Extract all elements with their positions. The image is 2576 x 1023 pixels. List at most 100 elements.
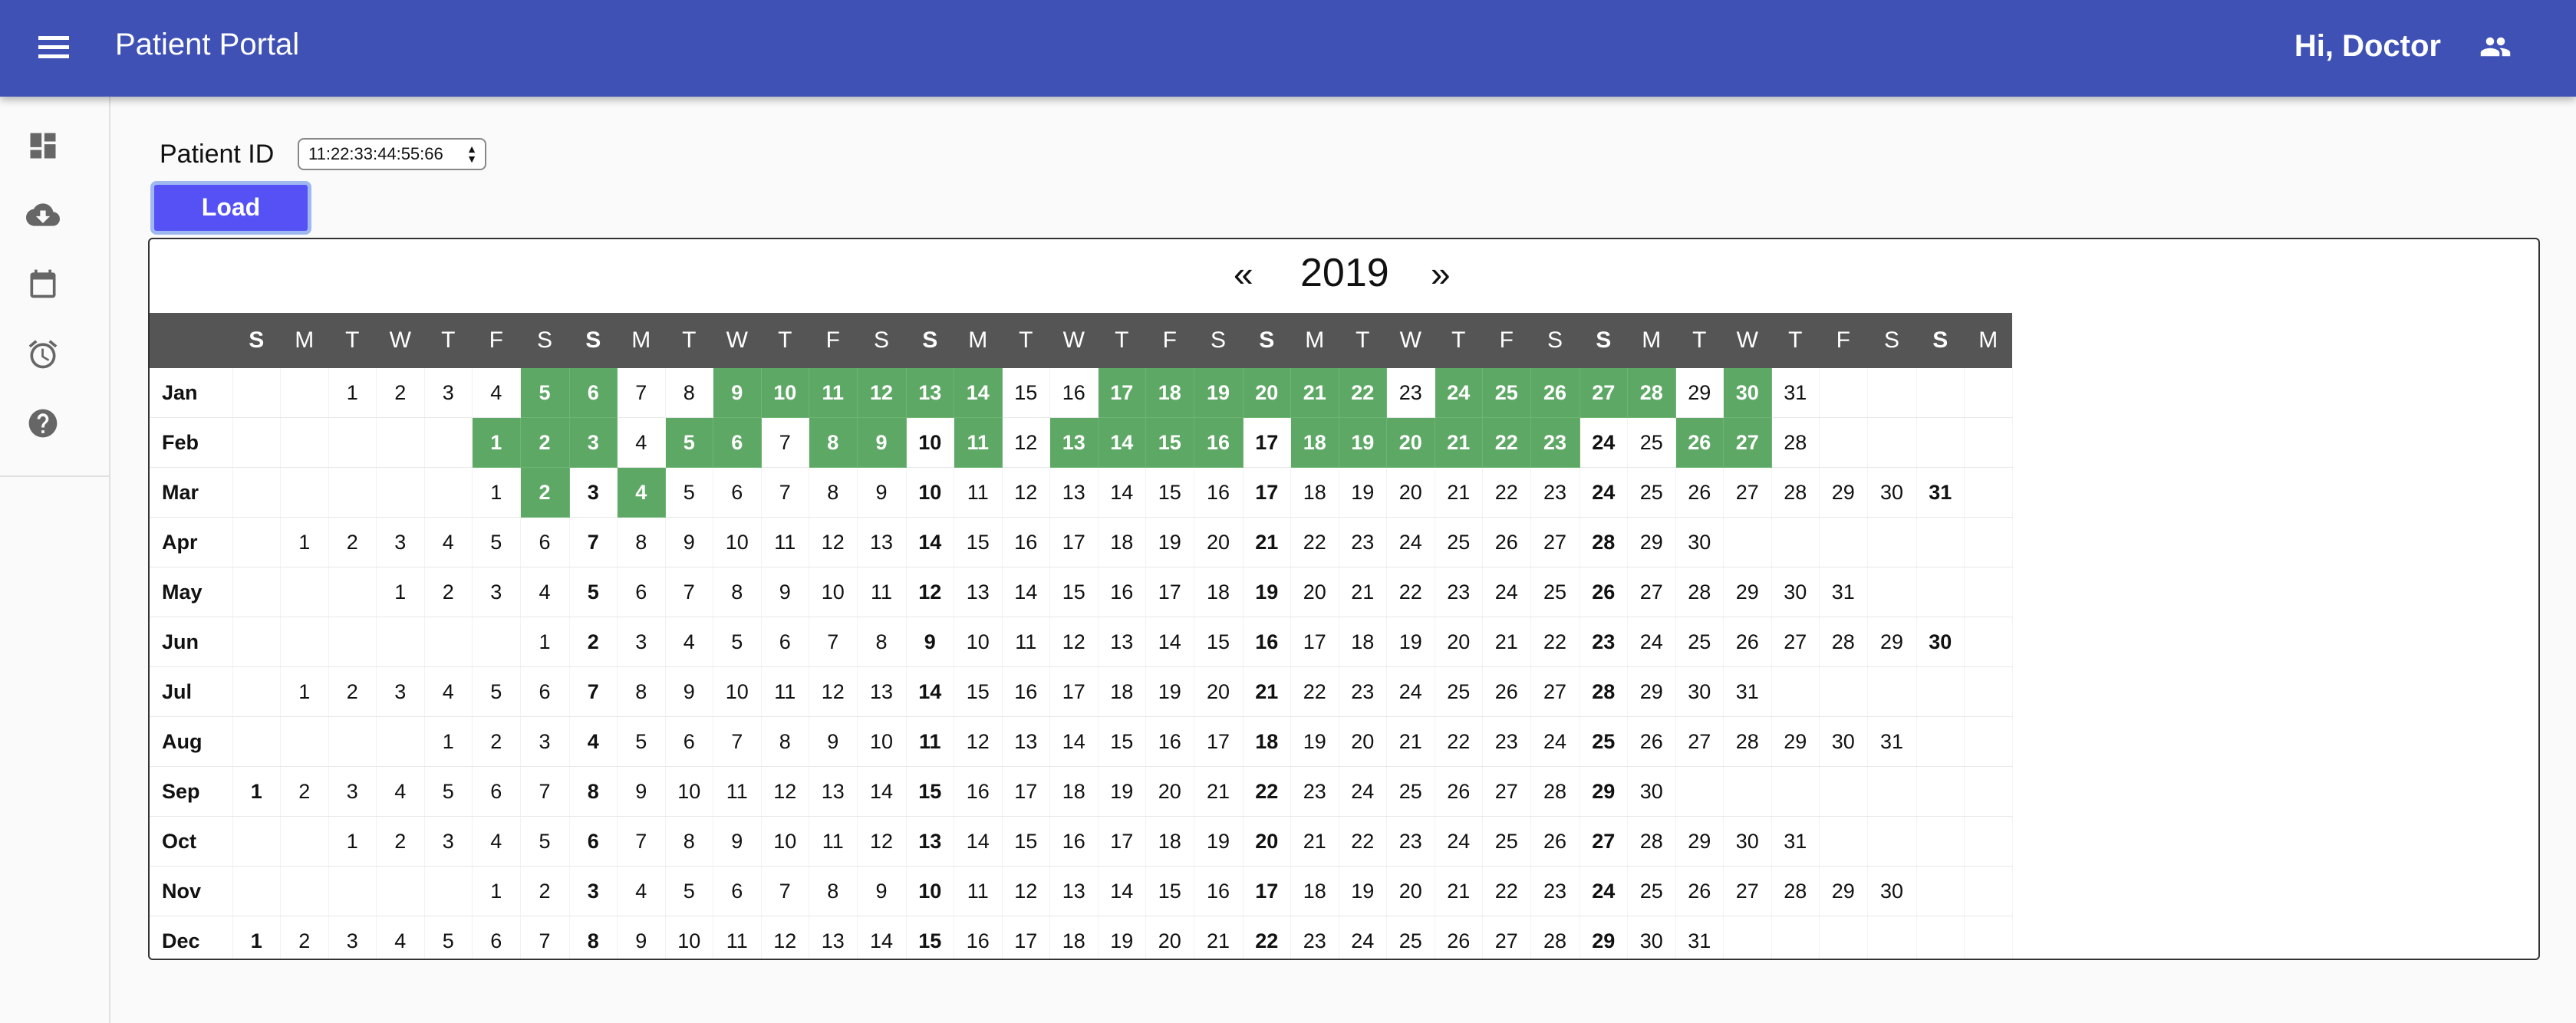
day-cell[interactable]: 30 xyxy=(1771,567,1820,617)
day-cell[interactable]: 5 xyxy=(617,716,666,767)
day-cell[interactable]: 3 xyxy=(376,666,425,717)
day-cell[interactable]: 4 xyxy=(617,417,666,468)
day-cell[interactable]: 13 xyxy=(1049,467,1099,518)
day-cell[interactable]: 31 xyxy=(1771,816,1820,867)
prev-year-button[interactable]: « xyxy=(1234,253,1253,294)
day-cell[interactable]: 25 xyxy=(1482,816,1531,867)
day-cell[interactable]: 21 xyxy=(1290,368,1339,418)
day-cell[interactable]: 15 xyxy=(1002,368,1050,418)
day-cell[interactable]: 24 xyxy=(1435,816,1483,867)
day-cell[interactable]: 6 xyxy=(520,517,570,567)
day-cell[interactable]: 18 xyxy=(1049,916,1099,959)
day-cell[interactable]: 13 xyxy=(809,766,858,817)
day-cell[interactable]: 28 xyxy=(1580,517,1628,567)
day-cell[interactable]: 28 xyxy=(1675,567,1724,617)
day-cell[interactable]: 12 xyxy=(809,666,858,717)
day-cell[interactable]: 25 xyxy=(1627,417,1676,468)
day-cell[interactable]: 4 xyxy=(472,816,521,867)
day-cell[interactable]: 22 xyxy=(1243,916,1291,959)
day-cell[interactable]: 15 xyxy=(1002,816,1050,867)
day-cell[interactable]: 13 xyxy=(857,517,907,567)
day-cell[interactable]: 15 xyxy=(1194,617,1244,667)
day-cell[interactable]: 26 xyxy=(1530,368,1580,418)
day-cell[interactable]: 12 xyxy=(1002,417,1050,468)
day-cell[interactable]: 11 xyxy=(761,666,809,717)
day-cell[interactable]: 6 xyxy=(472,916,521,959)
day-cell[interactable]: 4 xyxy=(376,916,425,959)
day-cell[interactable]: 5 xyxy=(472,666,521,717)
day-cell[interactable]: 11 xyxy=(809,816,858,867)
day-cell[interactable]: 12 xyxy=(1002,866,1050,916)
day-cell[interactable]: 21 xyxy=(1194,766,1244,817)
day-cell[interactable]: 13 xyxy=(1002,716,1050,767)
day-cell[interactable]: 1 xyxy=(376,567,425,617)
day-cell[interactable]: 28 xyxy=(1627,368,1676,418)
day-cell[interactable]: 5 xyxy=(665,866,713,916)
day-cell[interactable]: 4 xyxy=(520,567,570,617)
day-cell[interactable]: 3 xyxy=(472,567,521,617)
day-cell[interactable]: 13 xyxy=(809,916,858,959)
day-cell[interactable]: 1 xyxy=(280,517,329,567)
day-cell[interactable]: 4 xyxy=(617,866,666,916)
day-cell[interactable]: 24 xyxy=(1580,417,1628,468)
day-cell[interactable]: 15 xyxy=(906,766,954,817)
day-cell[interactable]: 12 xyxy=(1049,617,1099,667)
day-cell[interactable]: 26 xyxy=(1530,816,1580,867)
day-cell[interactable]: 16 xyxy=(1049,816,1099,867)
day-cell[interactable]: 28 xyxy=(1530,916,1580,959)
day-cell[interactable]: 11 xyxy=(857,567,907,617)
day-cell[interactable]: 9 xyxy=(713,816,762,867)
day-cell[interactable]: 4 xyxy=(665,617,713,667)
day-cell[interactable]: 15 xyxy=(1098,716,1146,767)
day-cell[interactable]: 9 xyxy=(665,666,713,717)
day-cell[interactable]: 3 xyxy=(569,467,618,518)
day-cell[interactable]: 14 xyxy=(1098,866,1146,916)
day-cell[interactable]: 5 xyxy=(665,467,713,518)
day-cell[interactable]: 18 xyxy=(1145,816,1194,867)
day-cell[interactable]: 28 xyxy=(1580,666,1628,717)
day-cell[interactable]: 16 xyxy=(1002,517,1050,567)
day-cell[interactable]: 9 xyxy=(665,517,713,567)
day-cell[interactable]: 19 xyxy=(1339,417,1387,468)
day-cell[interactable]: 8 xyxy=(569,766,618,817)
day-cell[interactable]: 6 xyxy=(713,866,762,916)
day-cell[interactable]: 2 xyxy=(280,766,329,817)
day-cell[interactable]: 27 xyxy=(1482,766,1531,817)
day-cell[interactable]: 13 xyxy=(1049,417,1099,468)
day-cell[interactable]: 23 xyxy=(1339,517,1387,567)
day-cell[interactable]: 27 xyxy=(1723,417,1772,468)
day-cell[interactable]: 14 xyxy=(954,368,1003,418)
day-cell[interactable]: 6 xyxy=(569,368,618,418)
day-cell[interactable]: 29 xyxy=(1819,467,1868,518)
day-cell[interactable]: 21 xyxy=(1243,666,1291,717)
day-cell[interactable]: 22 xyxy=(1243,766,1291,817)
day-cell[interactable]: 31 xyxy=(1771,368,1820,418)
day-cell[interactable]: 21 xyxy=(1482,617,1531,667)
day-cell[interactable]: 18 xyxy=(1290,866,1339,916)
day-cell[interactable]: 25 xyxy=(1530,567,1580,617)
day-cell[interactable]: 21 xyxy=(1435,417,1483,468)
day-cell[interactable]: 30 xyxy=(1867,467,1917,518)
day-cell[interactable]: 3 xyxy=(328,766,377,817)
day-cell[interactable]: 14 xyxy=(906,666,954,717)
day-cell[interactable]: 8 xyxy=(761,716,809,767)
day-cell[interactable]: 17 xyxy=(1243,417,1291,468)
day-cell[interactable]: 1 xyxy=(472,417,521,468)
day-cell[interactable]: 7 xyxy=(617,816,666,867)
day-cell[interactable]: 5 xyxy=(569,567,618,617)
day-cell[interactable]: 25 xyxy=(1580,716,1628,767)
day-cell[interactable]: 29 xyxy=(1771,716,1820,767)
day-cell[interactable]: 14 xyxy=(857,916,907,959)
day-cell[interactable]: 7 xyxy=(761,866,809,916)
day-cell[interactable]: 26 xyxy=(1723,617,1772,667)
day-cell[interactable]: 8 xyxy=(809,417,858,468)
day-cell[interactable]: 14 xyxy=(1098,467,1146,518)
day-cell[interactable]: 24 xyxy=(1386,517,1435,567)
day-cell[interactable]: 24 xyxy=(1435,368,1483,418)
day-cell[interactable]: 30 xyxy=(1675,517,1724,567)
day-cell[interactable]: 27 xyxy=(1580,368,1628,418)
day-cell[interactable]: 23 xyxy=(1435,567,1483,617)
day-cell[interactable]: 6 xyxy=(472,766,521,817)
day-cell[interactable]: 23 xyxy=(1386,816,1435,867)
day-cell[interactable]: 16 xyxy=(954,916,1003,959)
